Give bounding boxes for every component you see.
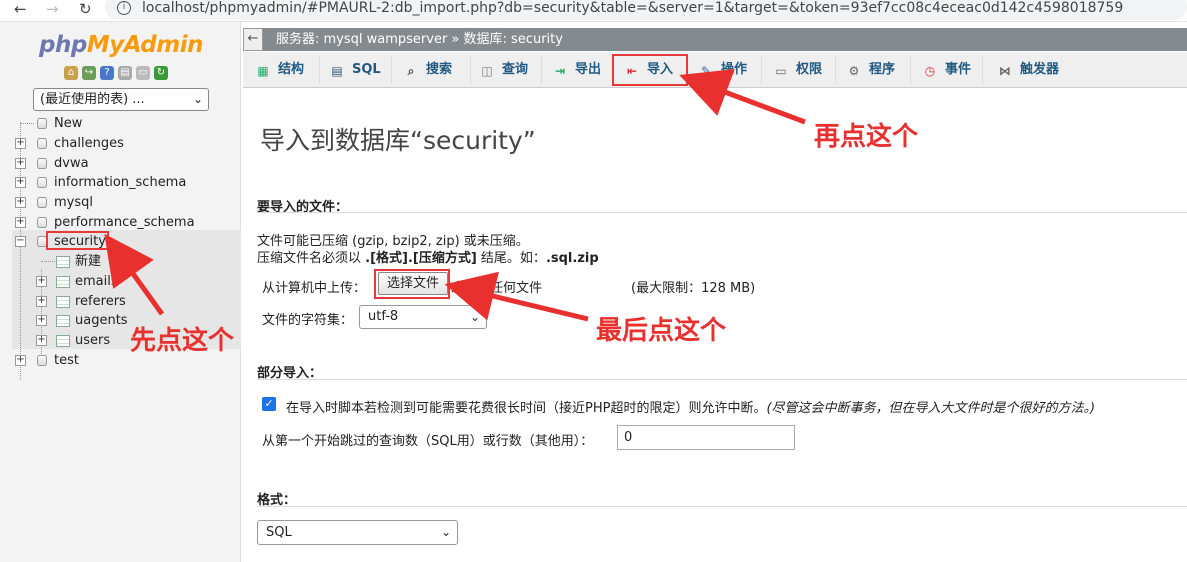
export-icon: ⇥ [554, 64, 566, 78]
expand-icon[interactable]: + [15, 217, 26, 228]
compression-format-note: 压缩文件名必须以 .[格式].[压缩方式] 结尾。如：.sql.zip [257, 251, 599, 266]
routines-icon: ⚙ [848, 64, 860, 78]
forward-arrow-icon[interactable]: → [46, 0, 59, 18]
annotation-second: 再点这个 [814, 122, 919, 152]
sql-icon: ▤ [331, 64, 343, 78]
info-icon[interactable]: i [117, 1, 131, 15]
back-arrow-icon[interactable]: ← [14, 0, 27, 18]
database-icon [37, 355, 47, 366]
tab-operations[interactable]: ✎ 操作 [699, 56, 762, 84]
charset-label: 文件的字符集： [262, 313, 354, 328]
upload-label: 从计算机中上传： [262, 281, 367, 296]
tab-export[interactable]: ⇥ 导出 [553, 56, 613, 84]
no-file-text: 未选择任何文件 [451, 281, 543, 296]
highlight-security [46, 231, 109, 250]
tab-triggers[interactable]: ⋈ 触发器 [998, 56, 1078, 84]
expand-icon[interactable]: + [15, 197, 26, 208]
database-new-icon [37, 118, 47, 129]
logout-icon[interactable]: ↪ [82, 66, 96, 80]
allow-interrupt-label: 在导入时脚本若检测到可能需要花费很长时间（接近PHP超时的限定）则允许中断。(尽… [286, 401, 1096, 416]
recent-tables-select[interactable]: (最近使用的表) ... ⌄ [33, 88, 209, 111]
query-icon: ◫ [481, 64, 493, 78]
tab-privileges[interactable]: ▭ 权限 [774, 56, 836, 84]
table-icon [56, 335, 70, 347]
tab-query[interactable]: ◫ 查询 [480, 56, 542, 84]
new-table-icon [56, 256, 70, 268]
database-icon [37, 217, 47, 228]
table-icon [56, 276, 70, 288]
home-icon[interactable]: ⌂ [64, 66, 78, 80]
expand-icon[interactable]: + [15, 138, 26, 149]
search-icon: ⌕ [407, 64, 415, 78]
format-select[interactable]: SQL ⌄ [257, 520, 458, 545]
expand-icon[interactable]: + [36, 335, 47, 346]
allow-interrupt-checkbox[interactable]: ✓ [262, 397, 276, 411]
tab-bar: ▦ 结构 ▤ SQL ⌕ 搜索 ◫ 查询 ⇥ 导出 ⇤ 导入 ✎ 操作 ▭ 权限 ⚙ 程序 ◷ 事件… [243, 52, 1187, 88]
database-icon [37, 138, 47, 149]
chevron-down-icon: ⌄ [440, 525, 451, 539]
max-upload-limit: (最大限制：128 MB) [631, 281, 756, 296]
settings-icon[interactable]: ▭ [136, 66, 150, 80]
charset-select[interactable]: utf-8 ⌄ [359, 305, 487, 329]
annotation-last: 最后点这个 [596, 316, 727, 346]
expand-icon[interactable]: + [36, 276, 47, 287]
tab-routines[interactable]: ⚙ 程序 [847, 56, 911, 84]
nav-icon-row: ⌂ ↪ ? ▤ ▭ ↻ [64, 66, 168, 80]
url-text[interactable]: localhost/phpmyadmin/#PMAURL-2:db_import… [142, 0, 1123, 16]
expand-icon[interactable]: + [15, 177, 26, 188]
database-icon [37, 158, 47, 169]
collapse-sidebar-icon[interactable]: ← [243, 28, 263, 51]
left-navigation: phpMyAdmin ⌂ ↪ ? ▤ ▭ ↻ (最近使用的表) ... ⌄ New… [0, 22, 241, 562]
table-icon [56, 296, 70, 308]
database-icon [37, 177, 47, 188]
annotation-first: 先点这个 [130, 326, 235, 356]
tab-events[interactable]: ◷ 事件 [923, 56, 983, 84]
highlight-choose-file [374, 269, 450, 299]
browser-toolbar: ← → ↻ i localhost/phpmyadmin/#PMAURL-2:d… [0, 0, 1187, 22]
expand-icon[interactable]: + [36, 296, 47, 307]
triggers-icon: ⋈ [999, 64, 1011, 78]
skip-queries-label: 从第一个开始跳过的查询数（SQL用）或行数（其他用）： [262, 434, 594, 449]
highlight-import-tab [612, 54, 688, 86]
operations-icon: ✎ [700, 64, 712, 78]
refresh-icon[interactable]: ↻ [154, 66, 168, 80]
docs-icon[interactable]: ▤ [118, 66, 132, 80]
skip-queries-input[interactable]: 0 [617, 425, 795, 450]
database-icon [37, 197, 47, 208]
page-title: 导入到数据库“security” [260, 126, 536, 155]
reload-icon[interactable]: ↻ [79, 0, 92, 18]
tab-structure[interactable]: ▦ 结构 [256, 56, 320, 84]
tab-sql[interactable]: ▤ SQL [330, 56, 392, 84]
table-icon [56, 315, 70, 327]
structure-icon: ▦ [257, 64, 269, 78]
breadcrumb: ← 服务器: mysql wampserver » 数据库: security [243, 28, 1187, 51]
events-icon: ◷ [924, 64, 936, 78]
privileges-icon: ▭ [775, 64, 787, 78]
phpmyadmin-logo[interactable]: phpMyAdmin [39, 32, 203, 58]
chevron-down-icon: ⌄ [469, 310, 480, 324]
help-icon[interactable]: ? [100, 66, 114, 80]
expand-icon[interactable]: + [15, 158, 26, 169]
expand-icon[interactable]: + [36, 315, 47, 326]
collapse-icon[interactable]: − [15, 236, 26, 247]
expand-icon[interactable]: + [15, 355, 26, 366]
tab-search[interactable]: ⌕ 搜索 [404, 56, 471, 84]
chevron-down-icon: ⌄ [192, 92, 203, 106]
